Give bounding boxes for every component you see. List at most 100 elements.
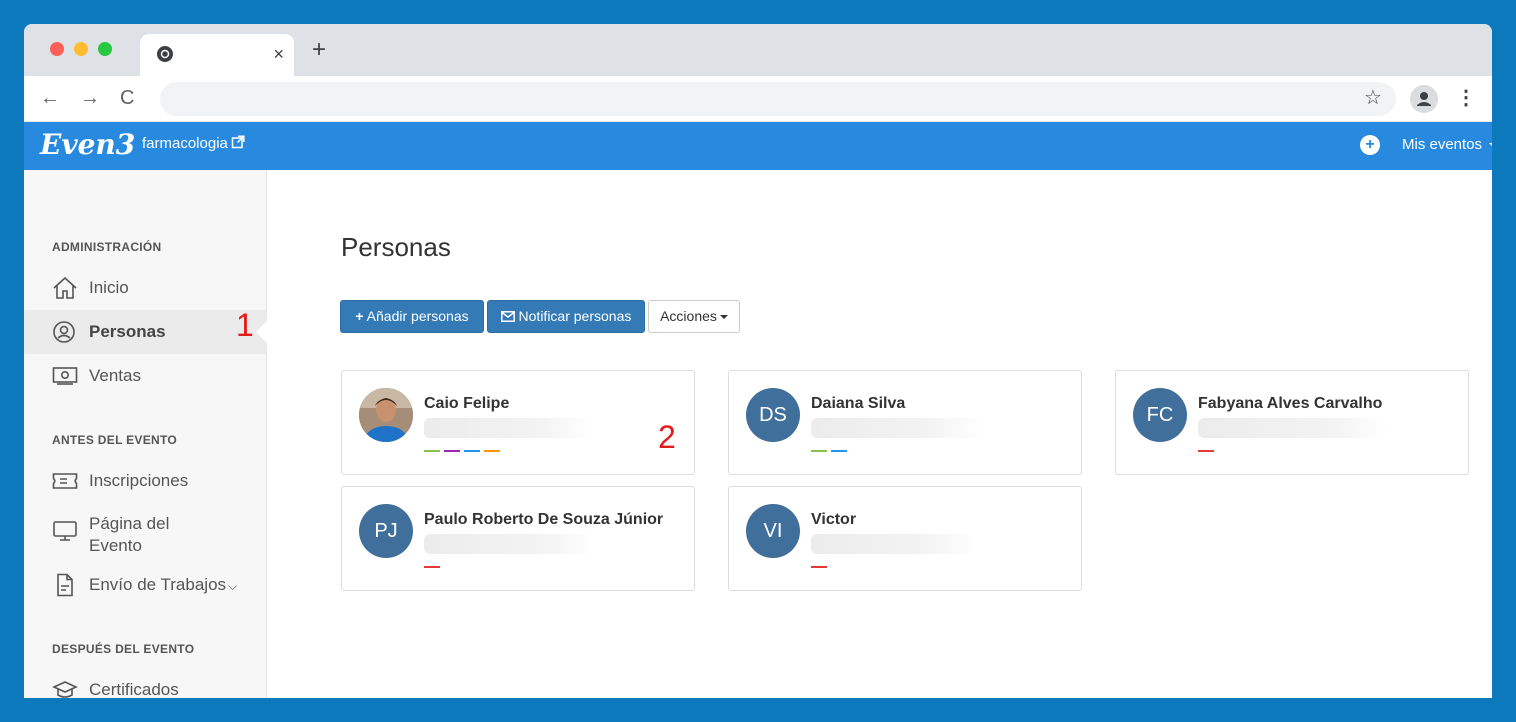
tag-blue — [831, 450, 847, 452]
tag-list — [424, 566, 440, 569]
blurred-email — [424, 418, 589, 438]
tag-list — [811, 566, 827, 569]
maximize-window-button[interactable] — [98, 42, 112, 56]
avatar-initials: PJ — [359, 504, 413, 558]
sidebar-item-inicio[interactable]: Inicio — [24, 266, 267, 310]
actions-label: Acciones — [660, 308, 717, 324]
person-card[interactable]: PJ Paulo Roberto De Souza Júnior — [341, 486, 695, 591]
sidebar-item-inscripciones[interactable]: Inscripciones — [24, 459, 267, 503]
close-tab-icon[interactable]: × — [273, 43, 284, 65]
notify-people-label: Notificar personas — [518, 308, 632, 324]
add-people-button[interactable]: + Añadir personas — [340, 300, 484, 333]
sidebar-item-label: Personas — [89, 322, 166, 341]
envelope-icon — [500, 311, 515, 322]
caret-down-icon — [719, 315, 728, 320]
add-event-icon[interactable]: + — [1360, 135, 1380, 155]
sidebar-item-label-text: Envío de Trabajos — [89, 575, 227, 594]
sidebar-item-label: Envío de Trabajos ⌵ — [89, 575, 237, 596]
tag-list — [811, 450, 847, 453]
person-name: Daiana Silva — [811, 395, 906, 412]
person-name: Paulo Roberto De Souza Júnior — [424, 511, 664, 528]
ticket-icon — [52, 473, 78, 489]
annotation-marker-2: 2 — [658, 419, 676, 455]
app-header: Even3 farmacologia + Mis eventos — [24, 122, 1492, 170]
graduation-cap-icon — [52, 681, 78, 698]
money-icon — [52, 367, 78, 385]
blurred-email — [811, 534, 976, 554]
tag-red — [1198, 450, 1214, 452]
document-icon — [57, 573, 73, 597]
sidebar-item-label: Certificados — [89, 680, 179, 698]
sidebar-item-label: Ventas — [89, 366, 141, 385]
person-card[interactable]: Caio Felipe — [341, 370, 695, 475]
sidebar-item-label: Inicio — [89, 278, 129, 297]
sidebar-item-envio-trabajos[interactable]: Envío de Trabajos ⌵ — [24, 563, 267, 607]
forward-arrow-icon[interactable]: → — [80, 86, 100, 110]
even3-logo[interactable]: Even3 — [40, 126, 135, 164]
person-name: Victor — [811, 511, 857, 528]
actions-dropdown-button[interactable]: Acciones — [648, 300, 740, 333]
blurred-email — [811, 418, 981, 438]
tag-purple — [444, 450, 460, 452]
avatar-photo — [359, 388, 413, 442]
person-name: Fabyana Alves Carvalho — [1198, 395, 1383, 412]
chevron-down-icon: ⌵ — [228, 579, 238, 593]
tag-orange — [484, 450, 500, 452]
avatar-initials: FC — [1133, 388, 1187, 442]
browser-menu-icon[interactable]: ⋮ — [1456, 86, 1476, 110]
sidebar-item-label-line1: Página del — [89, 514, 170, 533]
sidebar-section-label: ADMINISTRACIÓN — [52, 240, 162, 254]
notify-people-button[interactable]: Notificar personas — [487, 300, 645, 333]
browser-window: × + ← → C ☆ ⋮ Even3 farmacologia + Mis e… — [24, 24, 1492, 698]
event-name: farmacologia — [142, 135, 228, 152]
sidebar-item-certificados[interactable]: Certificados — [24, 668, 267, 698]
main-content: Personas + Añadir personas Notificar per… — [236, 170, 1492, 698]
person-card[interactable]: VI Victor — [728, 486, 1082, 591]
sidebar-item-label: Inscripciones — [89, 471, 189, 490]
annotation-marker-1: 1 — [236, 307, 254, 343]
profile-avatar-icon[interactable] — [1410, 85, 1438, 113]
new-tab-button[interactable]: + — [312, 38, 326, 62]
tag-red — [424, 566, 440, 568]
avatar-initials: VI — [746, 504, 800, 558]
browser-tab[interactable]: × — [140, 34, 294, 76]
home-icon — [53, 276, 77, 299]
event-name-link[interactable]: farmacologia — [142, 134, 245, 154]
tag-green — [424, 450, 440, 452]
sidebar-item-label: Página del Evento — [89, 513, 169, 557]
reload-icon[interactable]: C — [120, 86, 134, 110]
person-card[interactable]: FC Fabyana Alves Carvalho — [1115, 370, 1469, 475]
chevron-down-icon — [1489, 143, 1492, 148]
blurred-email — [1198, 418, 1388, 438]
person-card[interactable]: DS Daiana Silva — [728, 370, 1082, 475]
my-events-dropdown[interactable]: Mis eventos — [1402, 135, 1492, 155]
monitor-icon — [53, 521, 77, 541]
person-name: Caio Felipe — [424, 395, 510, 412]
tag-list — [424, 450, 500, 453]
sidebar-item-label-line2: Evento — [89, 536, 142, 555]
minimize-window-button[interactable] — [74, 42, 88, 56]
sidebar-section-label: ANTES DEL EVENTO — [52, 433, 178, 447]
page-title: Personas — [341, 232, 451, 262]
sidebar-section-label: DESPUÉS DEL EVENTO — [52, 642, 195, 656]
bookmark-star-icon[interactable]: ☆ — [1364, 86, 1382, 110]
sidebar-item-pagina-evento[interactable]: Página del Evento — [24, 509, 267, 555]
tag-red — [811, 566, 827, 568]
back-arrow-icon[interactable]: ← — [40, 86, 60, 110]
sidebar: ADMINISTRACIÓN Inicio Personas Ventas AN… — [24, 170, 267, 698]
close-window-button[interactable] — [50, 42, 64, 56]
plus-icon: + — [355, 308, 364, 324]
sidebar-item-personas[interactable]: Personas — [24, 310, 267, 354]
user-circle-icon — [53, 321, 75, 343]
active-item-pointer — [256, 321, 267, 343]
sidebar-item-ventas[interactable]: Ventas — [24, 354, 267, 398]
add-people-label: Añadir personas — [366, 308, 469, 324]
tag-list — [1198, 450, 1214, 453]
avatar-initials: DS — [746, 388, 800, 442]
tag-blue — [464, 450, 480, 452]
app-body: ADMINISTRACIÓN Inicio Personas Ventas AN… — [24, 170, 1492, 698]
chrome-icon — [157, 46, 173, 62]
person-photo-icon — [359, 388, 413, 442]
address-bar[interactable] — [160, 82, 1396, 116]
external-link-icon — [231, 135, 245, 149]
